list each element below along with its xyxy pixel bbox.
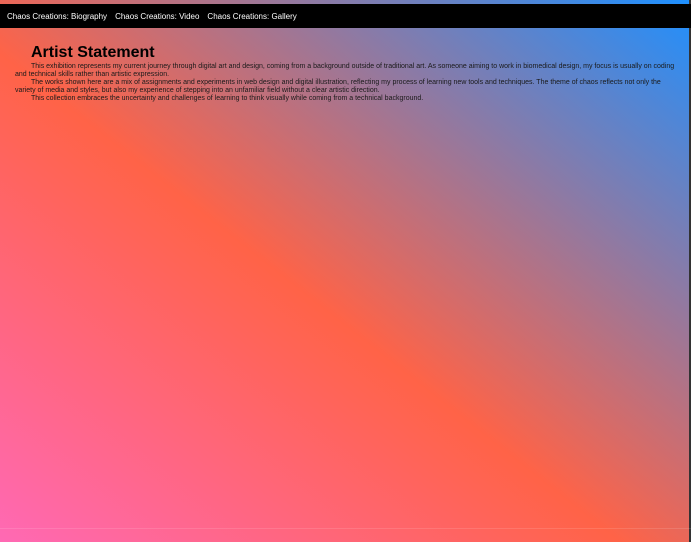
- statement-paragraph-3: This collection embraces the uncertainty…: [31, 95, 424, 102]
- statement-paragraph-1: This exhibition represents my current jo…: [15, 63, 675, 78]
- nav-link-video[interactable]: Chaos Creations: Video: [115, 12, 199, 21]
- nav-link-gallery[interactable]: Chaos Creations: Gallery: [207, 12, 296, 21]
- page-background: Chaos Creations: Biography Chaos Creatio…: [0, 0, 691, 542]
- statement-paragraph-2: The works shown here are a mix of assign…: [15, 79, 661, 94]
- artist-statement-section: Artist Statement This exhibition represe…: [15, 44, 675, 103]
- page-title: Artist Statement: [31, 44, 155, 61]
- nav-links: Chaos Creations: Biography Chaos Creatio…: [7, 4, 297, 28]
- divider: [0, 528, 691, 529]
- top-navigation-bar: Chaos Creations: Biography Chaos Creatio…: [0, 4, 691, 28]
- nav-link-biography[interactable]: Chaos Creations: Biography: [7, 12, 107, 21]
